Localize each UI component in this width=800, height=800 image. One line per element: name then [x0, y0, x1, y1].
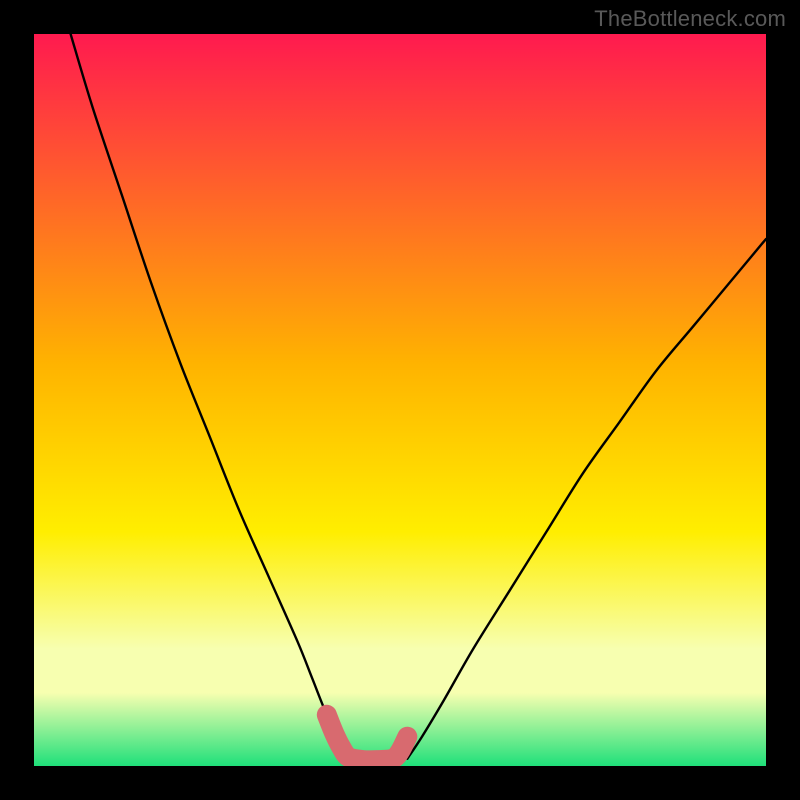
chart-plot-area — [34, 34, 766, 766]
bottleneck-chart — [34, 34, 766, 766]
watermark-text: TheBottleneck.com — [594, 6, 786, 32]
gradient-background — [34, 34, 766, 766]
